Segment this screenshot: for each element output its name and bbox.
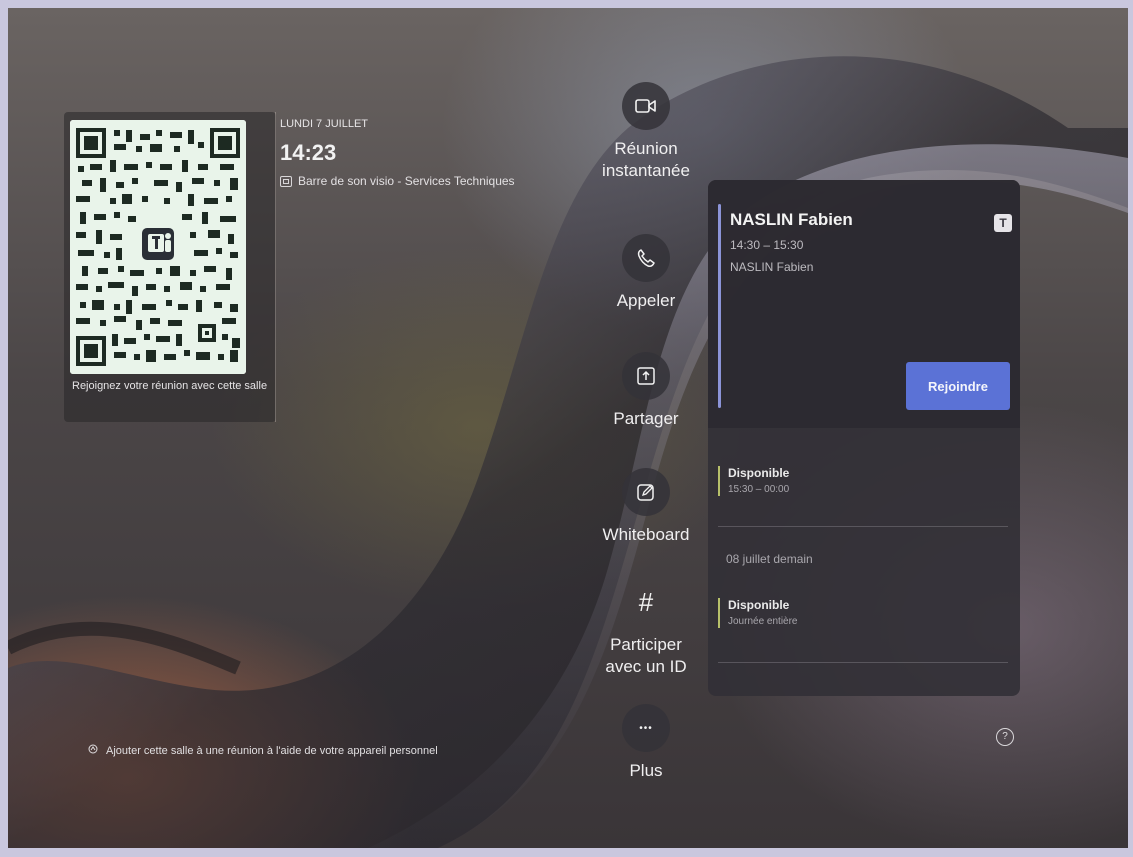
help-icon[interactable]: ? bbox=[996, 728, 1014, 746]
share-label: Partager bbox=[613, 409, 679, 428]
phone-icon bbox=[622, 234, 670, 282]
join-button[interactable]: Rejoindre bbox=[906, 362, 1010, 410]
join-with-id-button[interactable]: # Participer avec un ID bbox=[590, 578, 702, 678]
room-name: Barre de son visio - Services Techniques bbox=[280, 174, 515, 188]
room-name-label: Barre de son visio - Services Techniques bbox=[298, 174, 515, 188]
whiteboard-pen-icon bbox=[622, 468, 670, 516]
qr-code-image bbox=[70, 120, 246, 374]
video-camera-icon bbox=[622, 82, 670, 130]
meeting-card[interactable]: NASLIN Fabien 14:30 – 15:30 NASLIN Fabie… bbox=[708, 180, 1020, 428]
share-button[interactable]: Partager bbox=[590, 352, 702, 430]
meeting-time: 14:30 – 15:30 bbox=[730, 238, 804, 252]
available-bar bbox=[718, 598, 720, 628]
footer-note-text: Ajouter cette salle à une réunion à l'ai… bbox=[106, 744, 438, 757]
availability-status: Disponible bbox=[728, 466, 790, 480]
availability-time: Journée entière bbox=[728, 616, 798, 627]
footer-note: Ajouter cette salle à une réunion à l'ai… bbox=[88, 744, 438, 757]
qr-divider bbox=[275, 112, 276, 422]
divider bbox=[718, 662, 1008, 663]
more-label: Plus bbox=[629, 761, 663, 780]
qr-card: Rejoignez votre réunion avec cette salle bbox=[64, 112, 276, 422]
teams-room-screen: Rejoignez votre réunion avec cette salle… bbox=[8, 8, 1128, 848]
join-with-id-label: Participer avec un ID bbox=[605, 635, 687, 676]
whiteboard-label: Whiteboard bbox=[602, 525, 690, 544]
qr-caption: Rejoignez votre réunion avec cette salle bbox=[72, 380, 268, 392]
call-label: Appeler bbox=[616, 291, 676, 310]
clock-time: 14:23 bbox=[280, 140, 337, 165]
available-bar bbox=[718, 466, 720, 496]
display-icon bbox=[280, 175, 292, 187]
hash-icon: # bbox=[622, 578, 670, 626]
whiteboard-button[interactable]: Whiteboard bbox=[590, 468, 702, 546]
cast-icon bbox=[88, 744, 98, 757]
instant-meeting-button[interactable]: Réunion instantanée bbox=[590, 82, 702, 182]
availability-time: 15:30 – 00:00 bbox=[728, 484, 790, 495]
more-icon: ••• bbox=[622, 704, 670, 752]
instant-meeting-label: Réunion instantanée bbox=[602, 139, 690, 180]
call-button[interactable]: Appeler bbox=[590, 234, 702, 312]
more-glyph: ••• bbox=[639, 722, 653, 734]
meeting-organizer: NASLIN Fabien bbox=[730, 260, 814, 274]
more-button[interactable]: ••• Plus bbox=[590, 704, 702, 782]
date-label: LUNDI 7 JUILLET bbox=[280, 118, 369, 130]
tomorrow-label: 08 juillet demain bbox=[726, 552, 813, 566]
share-upload-icon bbox=[622, 352, 670, 400]
qr-code[interactable] bbox=[70, 120, 246, 374]
teams-icon: T bbox=[994, 214, 1012, 232]
meeting-accent-bar bbox=[718, 204, 721, 408]
hash-glyph: # bbox=[638, 586, 654, 617]
meeting-title: NASLIN Fabien bbox=[730, 210, 853, 229]
divider bbox=[718, 526, 1008, 527]
availability-status: Disponible bbox=[728, 598, 790, 612]
